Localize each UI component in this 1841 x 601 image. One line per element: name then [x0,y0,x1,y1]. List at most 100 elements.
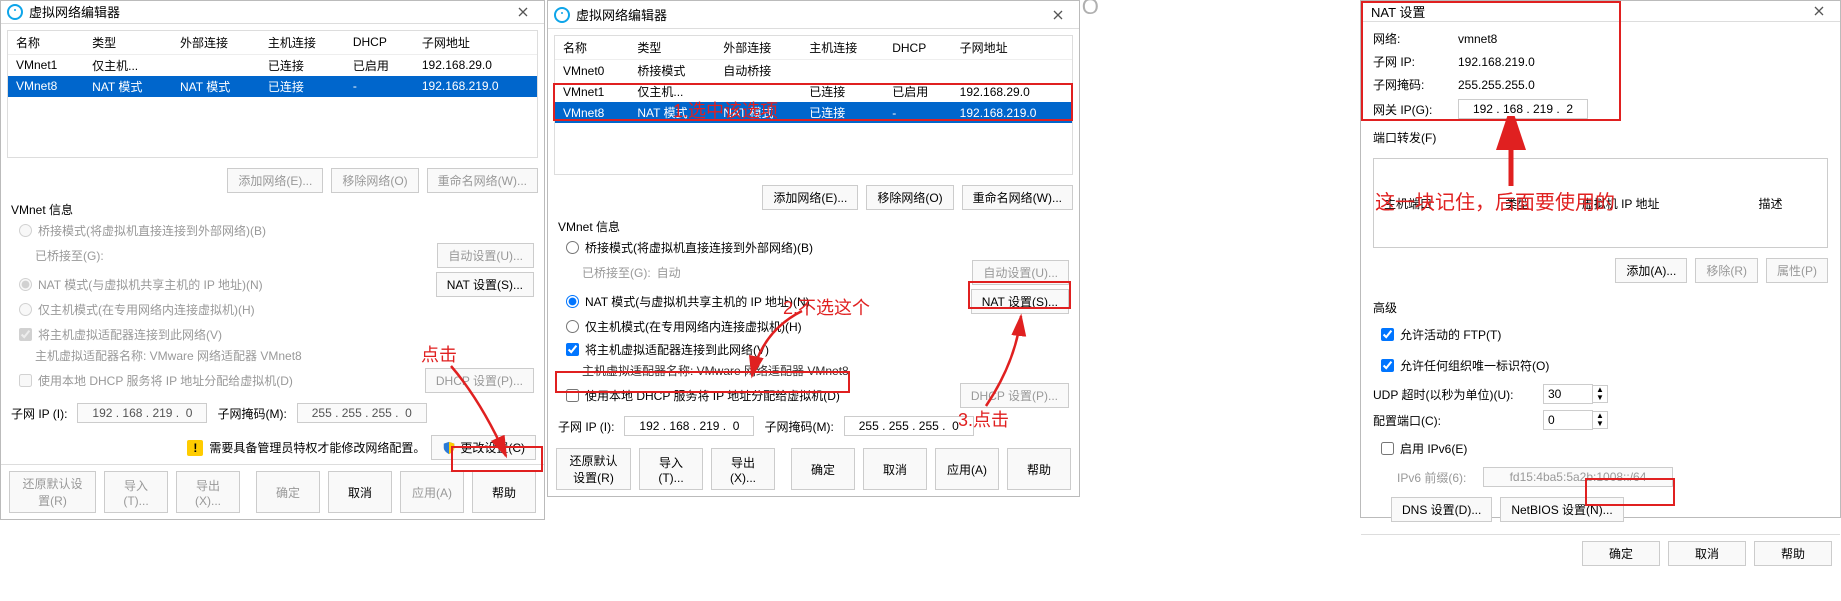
close-icon[interactable] [1804,1,1834,21]
apply-button[interactable]: 应用(A) [935,448,999,490]
col-dhcp[interactable]: DHCP [345,31,414,55]
nat-settings-button[interactable]: NAT 设置(S)... [971,289,1069,314]
advanced-label: 高级 [1373,299,1828,316]
hostonly-radio [19,303,32,316]
ok-button[interactable]: 确定 [1582,541,1660,566]
table-row[interactable]: VMnet1仅主机...已连接已启用192.168.29.0 [555,81,1072,102]
apply-button[interactable]: 应用(A) [400,471,464,513]
help-button[interactable]: 帮助 [1754,541,1832,566]
rename-network-button[interactable]: 重命名网络(W)... [962,185,1073,210]
connect-adapter-check[interactable] [566,343,579,356]
gw-label: 网关 IP(G): [1373,101,1448,118]
table-row[interactable]: VMnet1仅主机...已连接已启用192.168.29.0 [8,54,537,76]
export-button[interactable]: 导出(X)... [711,448,775,490]
subnet-mask-label: 子网掩码(M): [764,418,833,435]
pf-prop-button[interactable]: 属性(P) [1766,258,1828,283]
col-host[interactable]: 主机连接 [260,31,345,55]
subnet-ip-label: 子网 IP (I): [558,418,614,435]
export-button[interactable]: 导出(X)... [176,471,240,513]
adapter-name-label: 主机虚拟适配器名称: VMware 网络适配器 VMnet8 [582,362,1069,379]
add-network-button[interactable]: 添加网络(E)... [762,185,858,210]
cancel-button[interactable]: 取消 [863,448,927,490]
ftp-check[interactable] [1381,328,1394,341]
table-row[interactable]: VMnet0桥接模式自动桥接 [555,60,1072,82]
subnet-mask-label: 子网掩码(M): [217,405,286,422]
close-icon[interactable] [508,2,538,22]
table-row[interactable]: VMnet8NAT 模式NAT 模式已连接-192.168.219.0 [8,76,537,97]
config-port-input[interactable] [1543,410,1593,430]
titlebar[interactable]: NAT 设置 [1361,1,1840,22]
bridge-radio [19,224,32,237]
warning-icon: ! [187,440,203,456]
ipv6-check[interactable] [1381,442,1394,455]
gateway-ip-input[interactable] [1458,99,1588,119]
spin-down-icon[interactable]: ▼ [1593,420,1607,428]
rename-network-button[interactable]: 重命名网络(W)... [427,168,538,193]
hostonly-radio[interactable] [566,320,579,333]
ipv6-prefix-input [1483,467,1673,487]
pf-remove-button[interactable]: 移除(R) [1695,258,1758,283]
col-subnet[interactable]: 子网地址 [952,36,1072,60]
pf-add-button[interactable]: 添加(A)... [1615,258,1687,283]
vnet-editor-window-2: 虚拟网络编辑器 名称 类型 外部连接 主机连接 DHCP 子网地址 VMnet0… [547,0,1080,497]
shield-icon [442,441,456,455]
port-forward-table[interactable]: 主机端口 类型 虚拟机 IP 地址 描述 [1373,158,1828,248]
col-subnet[interactable]: 子网地址 [414,31,537,55]
bridge-radio[interactable] [566,241,579,254]
remove-network-button[interactable]: 移除网络(O) [331,168,418,193]
adapter-name-label: 主机虚拟适配器名称: VMware 网络适配器 VMnet8 [35,347,534,364]
remove-network-button[interactable]: 移除网络(O) [866,185,953,210]
cancel-button[interactable]: 取消 [328,471,392,513]
ok-button[interactable]: 确定 [256,471,320,513]
help-button[interactable]: 帮助 [472,471,536,513]
close-icon[interactable] [1043,5,1073,25]
col-ext[interactable]: 外部连接 [172,31,260,55]
nat-settings-button[interactable]: NAT 设置(S)... [436,272,534,297]
sub-label: 子网 IP: [1373,53,1448,70]
ok-button[interactable]: 确定 [791,448,855,490]
col-dhcp[interactable]: DHCP [884,36,951,60]
import-button[interactable]: 导入(T)... [104,471,168,513]
dhcp-settings-button: DHCP 设置(P)... [960,383,1069,408]
subnet-mask-input[interactable] [844,416,974,436]
col-ext[interactable]: 外部连接 [715,36,801,60]
cancel-button[interactable]: 取消 [1668,541,1746,566]
titlebar[interactable]: 虚拟网络编辑器 [1,1,544,24]
connect-adapter-check [19,328,32,341]
use-dhcp-check[interactable] [566,389,579,402]
subnet-ip-label: 子网 IP (I): [11,405,67,422]
subnet-ip-input[interactable] [624,416,754,436]
subnet-ip-input [77,403,207,423]
add-network-button[interactable]: 添加网络(E)... [227,168,323,193]
app-icon [7,4,23,20]
nat-radio[interactable] [566,295,579,308]
restore-defaults-button[interactable]: 还原默认设置(R) [9,471,96,513]
col-type[interactable]: 类型 [629,36,715,60]
port-forward-label: 端口转发(F) [1373,129,1828,146]
import-button[interactable]: 导入(T)... [639,448,703,490]
use-dhcp-check [19,374,32,387]
dns-settings-button[interactable]: DNS 设置(D)... [1391,497,1492,522]
titlebar[interactable]: 虚拟网络编辑器 [548,1,1079,29]
udp-timeout-input[interactable] [1543,384,1593,404]
vnet-editor-window-1: 虚拟网络编辑器 名称 类型 外部连接 主机连接 DHCP 子网地址 VMnet1… [0,0,545,520]
anyorg-check[interactable] [1381,359,1394,372]
mask-value: 255.255.255.0 [1458,78,1535,92]
spin-down-icon[interactable]: ▼ [1593,394,1607,402]
col-host[interactable]: 主机连接 [801,36,884,60]
restore-defaults-button[interactable]: 还原默认设置(R) [556,448,631,490]
window-title: 虚拟网络编辑器 [576,5,1043,24]
net-label: 网络: [1373,30,1448,47]
network-table[interactable]: 名称 类型 外部连接 主机连接 DHCP 子网地址 VMnet0桥接模式自动桥接… [554,35,1073,175]
change-settings-button[interactable]: 更改设置(C) [431,435,536,460]
help-button[interactable]: 帮助 [1007,448,1071,490]
vmnet-info-label: VMnet 信息 [11,201,534,218]
col-type[interactable]: 类型 [84,31,172,55]
network-table[interactable]: 名称 类型 外部连接 主机连接 DHCP 子网地址 VMnet1仅主机...已连… [7,30,538,158]
col-name[interactable]: 名称 [8,31,84,55]
app-icon [554,7,570,23]
dhcp-settings-button: DHCP 设置(P)... [425,368,534,393]
netbios-settings-button[interactable]: NetBIOS 设置(N)... [1500,497,1623,522]
table-row[interactable]: VMnet8NAT 模式NAT 模式已连接-192.168.219.0 [555,102,1072,123]
col-name[interactable]: 名称 [555,36,629,60]
